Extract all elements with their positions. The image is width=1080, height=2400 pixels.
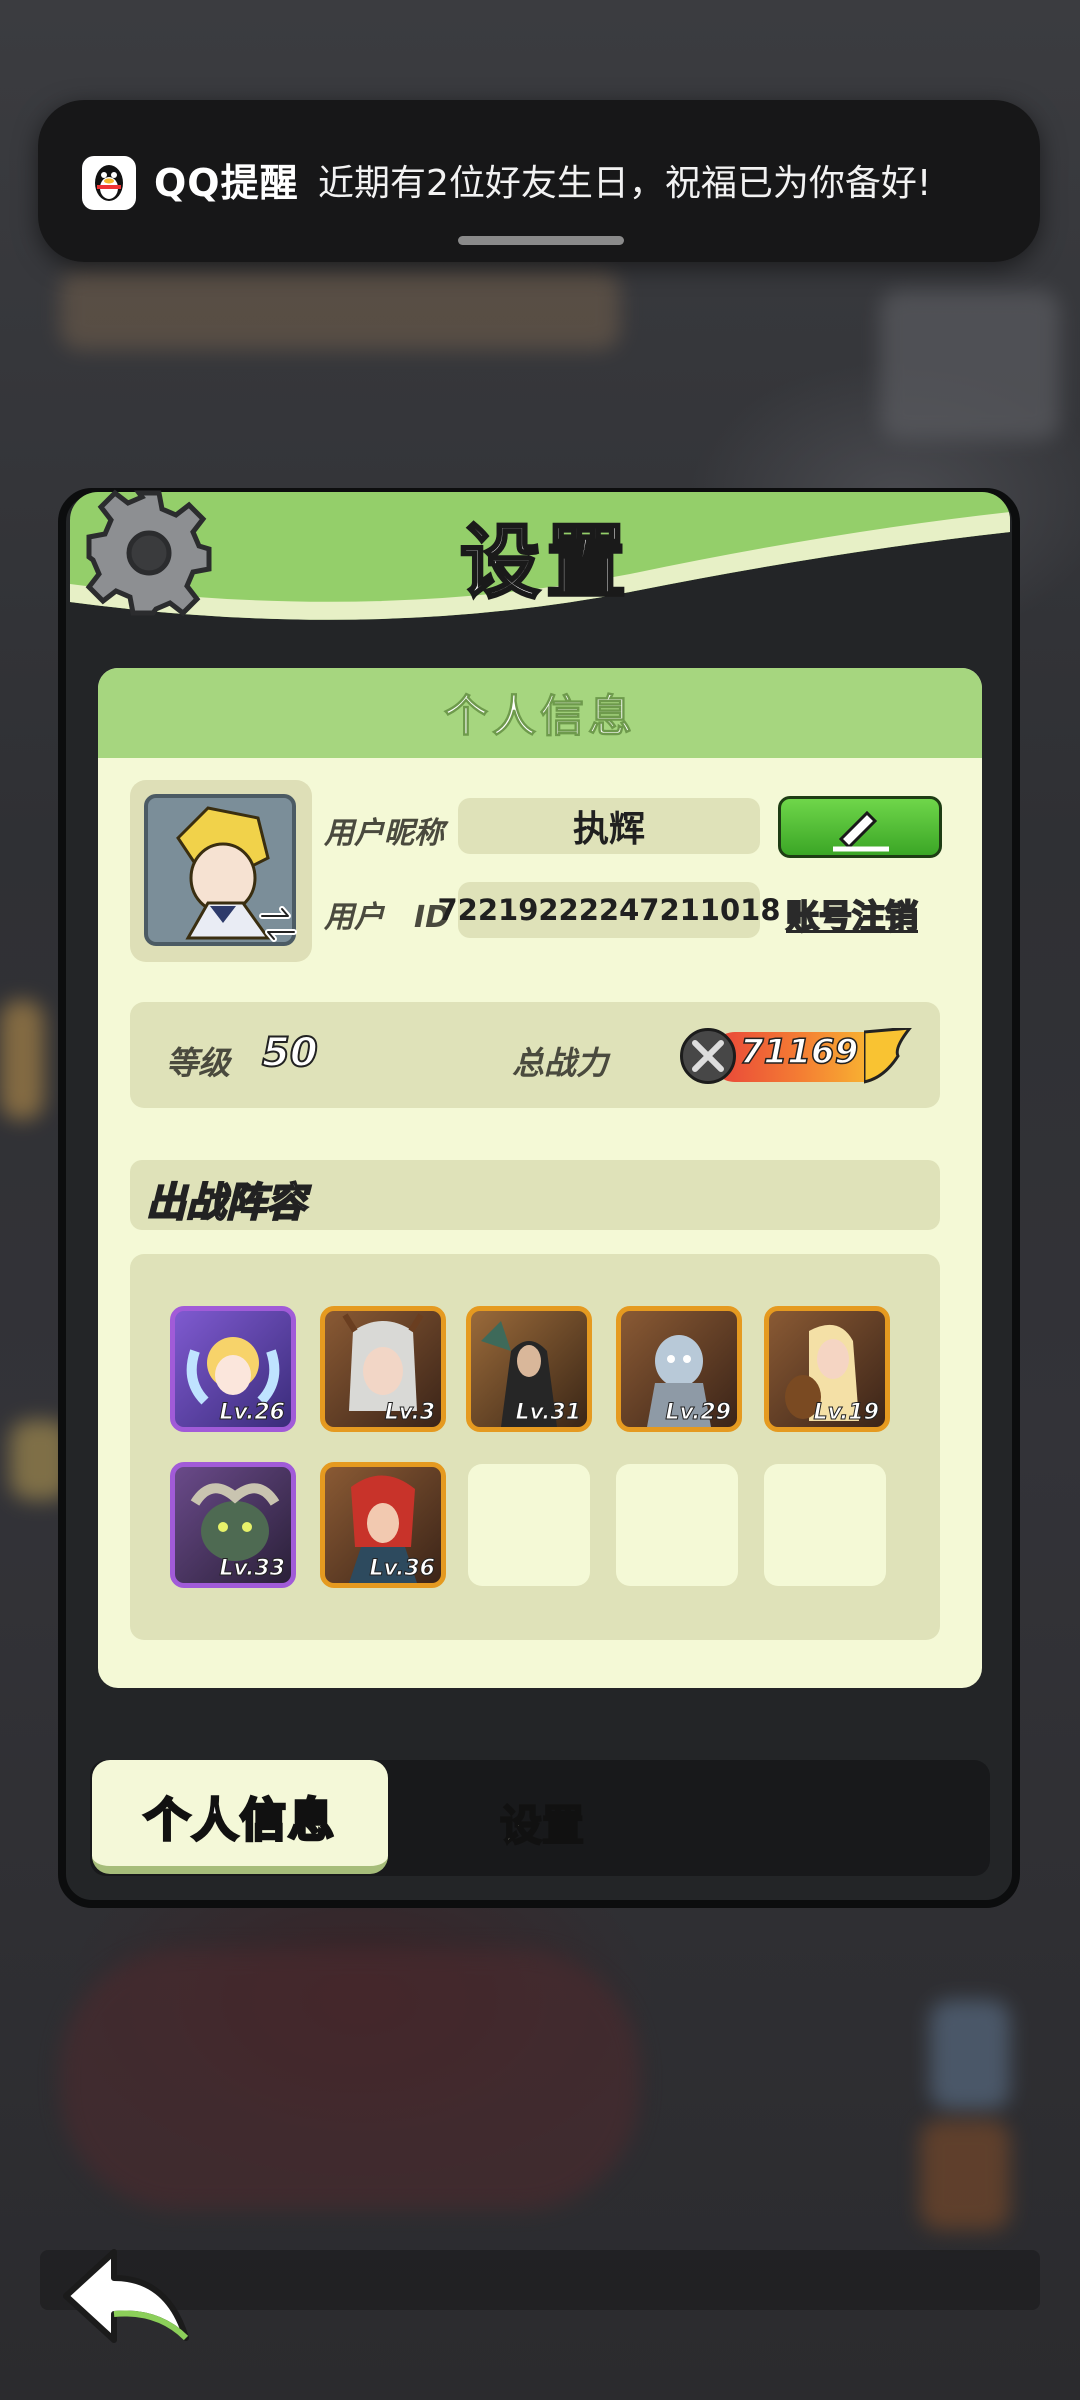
hero-slot-1[interactable]: Lv.26 <box>170 1306 296 1432</box>
hero-level: Lv.31 <box>515 1400 582 1426</box>
swap-icon[interactable] <box>256 902 300 946</box>
power-label: 总战力 <box>512 1044 609 1082</box>
panel-title: 设置 <box>459 515 632 611</box>
hero-level: Lv.33 <box>219 1556 286 1582</box>
empty-hero-slot[interactable] <box>764 1464 886 1586</box>
user-id-label: 用户 ID <box>324 900 451 935</box>
pencil-icon <box>833 810 889 852</box>
hero-level: Lv.26 <box>219 1400 286 1426</box>
hero-level: Lv.3 <box>384 1400 435 1426</box>
profile-section-title: 个人信息 <box>444 691 636 743</box>
tab-profile-label: 个人信息 <box>143 1792 336 1849</box>
user-id-field: 72219222247211018 <box>437 882 781 938</box>
hero-slot-5[interactable]: Lv.19 <box>764 1306 890 1432</box>
hero-level: Lv.36 <box>369 1556 436 1582</box>
lineup-header: 出战阵容 <box>130 1160 940 1230</box>
hero-slot-3[interactable]: Lv.31 <box>466 1306 592 1432</box>
level-value: 50 <box>261 1029 319 1077</box>
notification-message: 近期有2位好友生日，祝福已为你备好! <box>318 163 932 204</box>
crossed-swords-icon <box>680 1028 736 1084</box>
hero-slot-4[interactable]: Lv.29 <box>616 1306 742 1432</box>
hero-level: Lv.29 <box>665 1400 732 1426</box>
power-badge: 71169 <box>680 1028 912 1084</box>
gear-icon <box>85 489 212 617</box>
empty-hero-slot[interactable] <box>616 1464 738 1586</box>
qq-notification[interactable]: QQ提醒 近期有2位好友生日，祝福已为你备好! <box>38 100 1040 262</box>
hero-slot-2[interactable]: Lv.3 <box>320 1306 446 1432</box>
tab-profile[interactable]: 个人信息 <box>92 1760 388 1874</box>
hero-slot-6[interactable]: Lv.33 <box>170 1462 296 1588</box>
notification-app-name: QQ提醒 <box>154 161 299 205</box>
cancel-account-link[interactable]: 账号注销 <box>785 890 919 938</box>
hero-slot-7[interactable]: Lv.36 <box>320 1462 446 1588</box>
notification-handle[interactable] <box>458 236 624 245</box>
edit-nickname-button[interactable] <box>778 796 942 858</box>
profile-card-header: 个人信息 <box>98 668 982 758</box>
back-arrow-icon[interactable] <box>58 2238 198 2348</box>
hero-level: Lv.19 <box>813 1400 880 1426</box>
power-value: 71169 <box>739 1031 859 1073</box>
nickname-label: 用户昵称 <box>324 816 444 851</box>
power-flame <box>864 1028 912 1084</box>
nickname-field: 执辉 <box>458 798 760 854</box>
tab-settings[interactable]: 设置 <box>499 1792 585 1853</box>
lineup-title: 出战阵容 <box>145 1179 307 1227</box>
empty-hero-slot[interactable] <box>468 1464 590 1586</box>
level-label: 等级 <box>166 1044 231 1082</box>
qq-penguin-icon <box>82 156 136 210</box>
